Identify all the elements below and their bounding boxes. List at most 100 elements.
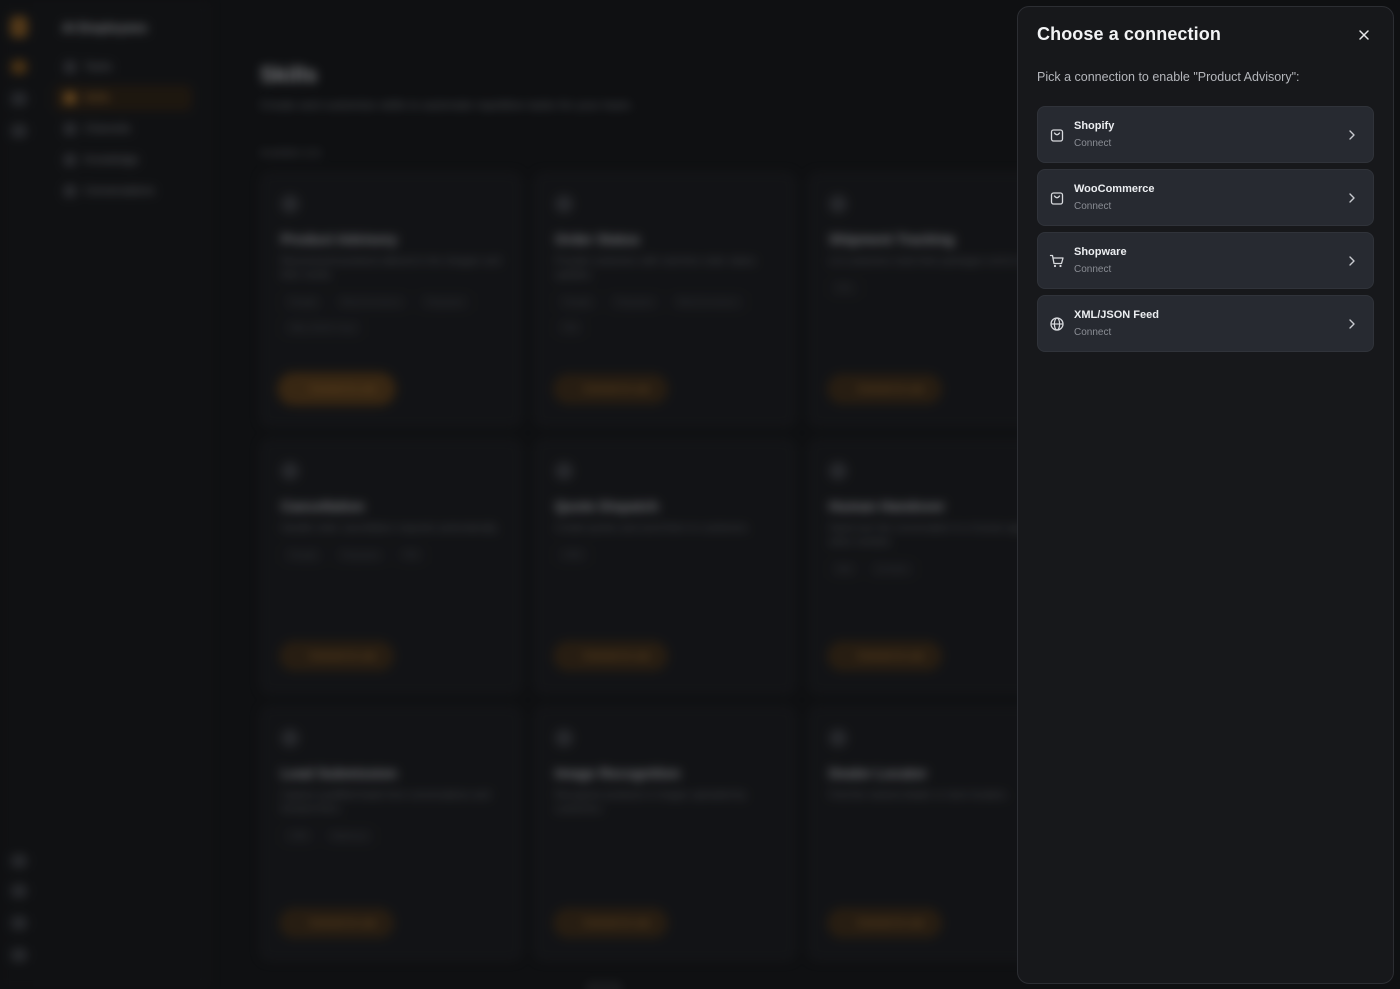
rail-announcements-icon[interactable] xyxy=(11,854,27,868)
connect-to-use-button[interactable]: Connect to use xyxy=(553,908,669,938)
skill-tag: Shopify xyxy=(281,293,326,311)
connection-status: Connect xyxy=(1074,264,1112,275)
rail-docs-icon[interactable] xyxy=(11,884,27,898)
chevron-right-icon xyxy=(1349,319,1355,329)
skill-tag: XML/JSON Feed xyxy=(281,319,364,337)
skill-title: Order Status xyxy=(555,231,640,247)
skill-title: Quote Dispatch xyxy=(555,498,659,514)
skill-title: Dealer Locator xyxy=(829,765,928,781)
chevron-right-icon xyxy=(1349,256,1355,266)
skill-description: Create quotes and send them to customers… xyxy=(555,523,750,534)
skill-tag: PIM xyxy=(555,319,586,337)
skill-tag: Zendesk xyxy=(867,560,917,578)
skill-tag: DHL xyxy=(829,279,862,297)
skill-tag: WooCommerce xyxy=(333,293,410,311)
sidebar-brand: AI Employees xyxy=(62,20,148,35)
rail-employees-icon[interactable] xyxy=(11,60,27,74)
rail-settings-icon[interactable] xyxy=(11,916,27,930)
skill-card[interactable]: Cancellation Handle order cancellation re… xyxy=(260,439,522,694)
tasks-icon xyxy=(64,61,76,73)
skill-tag: Shopware xyxy=(333,546,388,564)
connection-name: XML/JSON Feed xyxy=(1074,309,1159,321)
skill-tag: CRM xyxy=(555,546,590,564)
sidebar-item-label: Tasks xyxy=(84,61,113,73)
skill-description: Recommend products tailored to the shopp… xyxy=(281,256,501,281)
connection-item-shopify[interactable]: Shopify Connect xyxy=(1037,106,1374,163)
skill-card[interactable]: Image Recognition Recognize products in i… xyxy=(534,706,796,961)
skill-tag: Webhook xyxy=(323,827,376,845)
knowledge-icon xyxy=(64,154,76,166)
connection-item-xml-json-feed[interactable]: XML/JSON Feed Connect xyxy=(1037,295,1374,352)
connect-to-use-button[interactable]: Connect to use xyxy=(279,641,395,671)
skill-card[interactable]: Lead Submission Capture qualified leads f… xyxy=(260,706,522,961)
shopping-bag-icon xyxy=(1050,192,1064,205)
skill-tag: WooCommerce xyxy=(669,293,746,311)
connect-to-use-button[interactable]: Connect to use xyxy=(553,374,669,404)
rail-analytics-icon[interactable] xyxy=(11,124,27,138)
connection-name: Shopify xyxy=(1074,120,1115,132)
close-icon xyxy=(1359,30,1369,40)
skill-card[interactable]: Order Status Provide customers with real-… xyxy=(534,172,796,427)
connection-item-shopware[interactable]: Shopware Connect xyxy=(1037,232,1374,289)
connection-status: Connect xyxy=(1074,327,1112,338)
skill-icon xyxy=(555,462,573,480)
skill-description: Recognize products in images uploaded by… xyxy=(555,790,747,815)
connect-to-use-button[interactable]: Connect to use xyxy=(827,908,943,938)
skill-description: Find the nearest dealer or store locatio… xyxy=(829,790,1009,801)
skill-tag: Shopify xyxy=(555,293,600,311)
sidebar-item-tasks[interactable]: Tasks xyxy=(54,54,192,80)
sidebar-item-skills[interactable]: Skills xyxy=(54,85,192,111)
sidebar: AI Employees Tasks Skills Channels Knowl… xyxy=(40,0,210,989)
skill-tags: Mail Zendesk xyxy=(829,560,1049,578)
skill-title: Cancellation xyxy=(281,498,365,514)
app-logo xyxy=(10,16,28,38)
sidebar-item-label: Conversations xyxy=(84,185,155,197)
skill-tags: Shopify Shopware WooCommerce PIM xyxy=(555,293,775,337)
rail-feedback-icon[interactable] xyxy=(11,948,27,962)
shopping-bag-icon xyxy=(1050,129,1064,142)
connection-status: Connect xyxy=(1074,138,1112,149)
skill-card[interactable]: Quote Dispatch Create quotes and send the… xyxy=(534,439,796,694)
connect-to-use-button[interactable]: Connect to use xyxy=(279,908,395,938)
skill-description: Provide customers with real-time order s… xyxy=(555,256,756,281)
skill-title: Lead Submission xyxy=(281,765,397,781)
skill-tag: Shopify xyxy=(281,546,326,564)
skill-description: Handle order cancellation requests autom… xyxy=(281,523,499,534)
skill-description: Capture qualified leads from conversatio… xyxy=(281,790,491,815)
conversations-icon xyxy=(64,185,76,197)
skill-title: Product Advisory xyxy=(281,231,398,247)
connect-to-use-button[interactable]: Connect to use xyxy=(827,641,943,671)
sidebar-item-conversations[interactable]: Conversations xyxy=(54,178,192,204)
page-title: Skills xyxy=(260,62,318,87)
shopping-cart-icon xyxy=(1049,254,1064,268)
panel-title: Choose a connection xyxy=(1037,24,1221,44)
chevron-right-icon xyxy=(1349,130,1355,140)
skill-icon xyxy=(829,462,847,480)
skill-description: Let customers track their packages end-t… xyxy=(829,256,1038,267)
skill-tag: Mail xyxy=(829,560,860,578)
skill-tag: CRM xyxy=(281,827,316,845)
icon-rail xyxy=(0,0,40,989)
skill-title: Shipment Tracking xyxy=(829,231,955,247)
rail-chat-icon[interactable] xyxy=(11,92,27,106)
close-button[interactable] xyxy=(1355,26,1373,44)
skill-card[interactable]: Product Advisory Recommend products tailo… xyxy=(260,172,522,427)
connection-item-woocommerce[interactable]: WooCommerce Connect xyxy=(1037,169,1374,226)
skill-icon xyxy=(555,195,573,213)
sidebar-item-knowledge[interactable]: Knowledge xyxy=(54,147,192,173)
connect-to-use-button[interactable]: Connect to use xyxy=(553,641,669,671)
skill-icon xyxy=(281,195,299,213)
connect-to-use-button[interactable]: Connect to use xyxy=(279,374,395,404)
skill-tags: CRM Webhook xyxy=(281,827,501,845)
skill-tag: Shopware xyxy=(607,293,662,311)
skill-tag: PIM xyxy=(395,546,426,564)
connect-to-use-button[interactable]: Connect to use xyxy=(827,374,943,404)
page-subtitle: Create and customize skills to automate … xyxy=(260,98,634,112)
skill-tags: Shopify WooCommerce Shopware XML/JSON Feed xyxy=(281,293,501,337)
sidebar-item-channels[interactable]: Channels xyxy=(54,116,192,142)
channels-icon xyxy=(64,123,76,135)
connection-panel: Choose a connection Pick a connection to… xyxy=(1017,6,1394,984)
skill-tags: DHL xyxy=(829,279,1049,297)
connection-status: Connect xyxy=(1074,201,1112,212)
skill-icon xyxy=(281,462,299,480)
